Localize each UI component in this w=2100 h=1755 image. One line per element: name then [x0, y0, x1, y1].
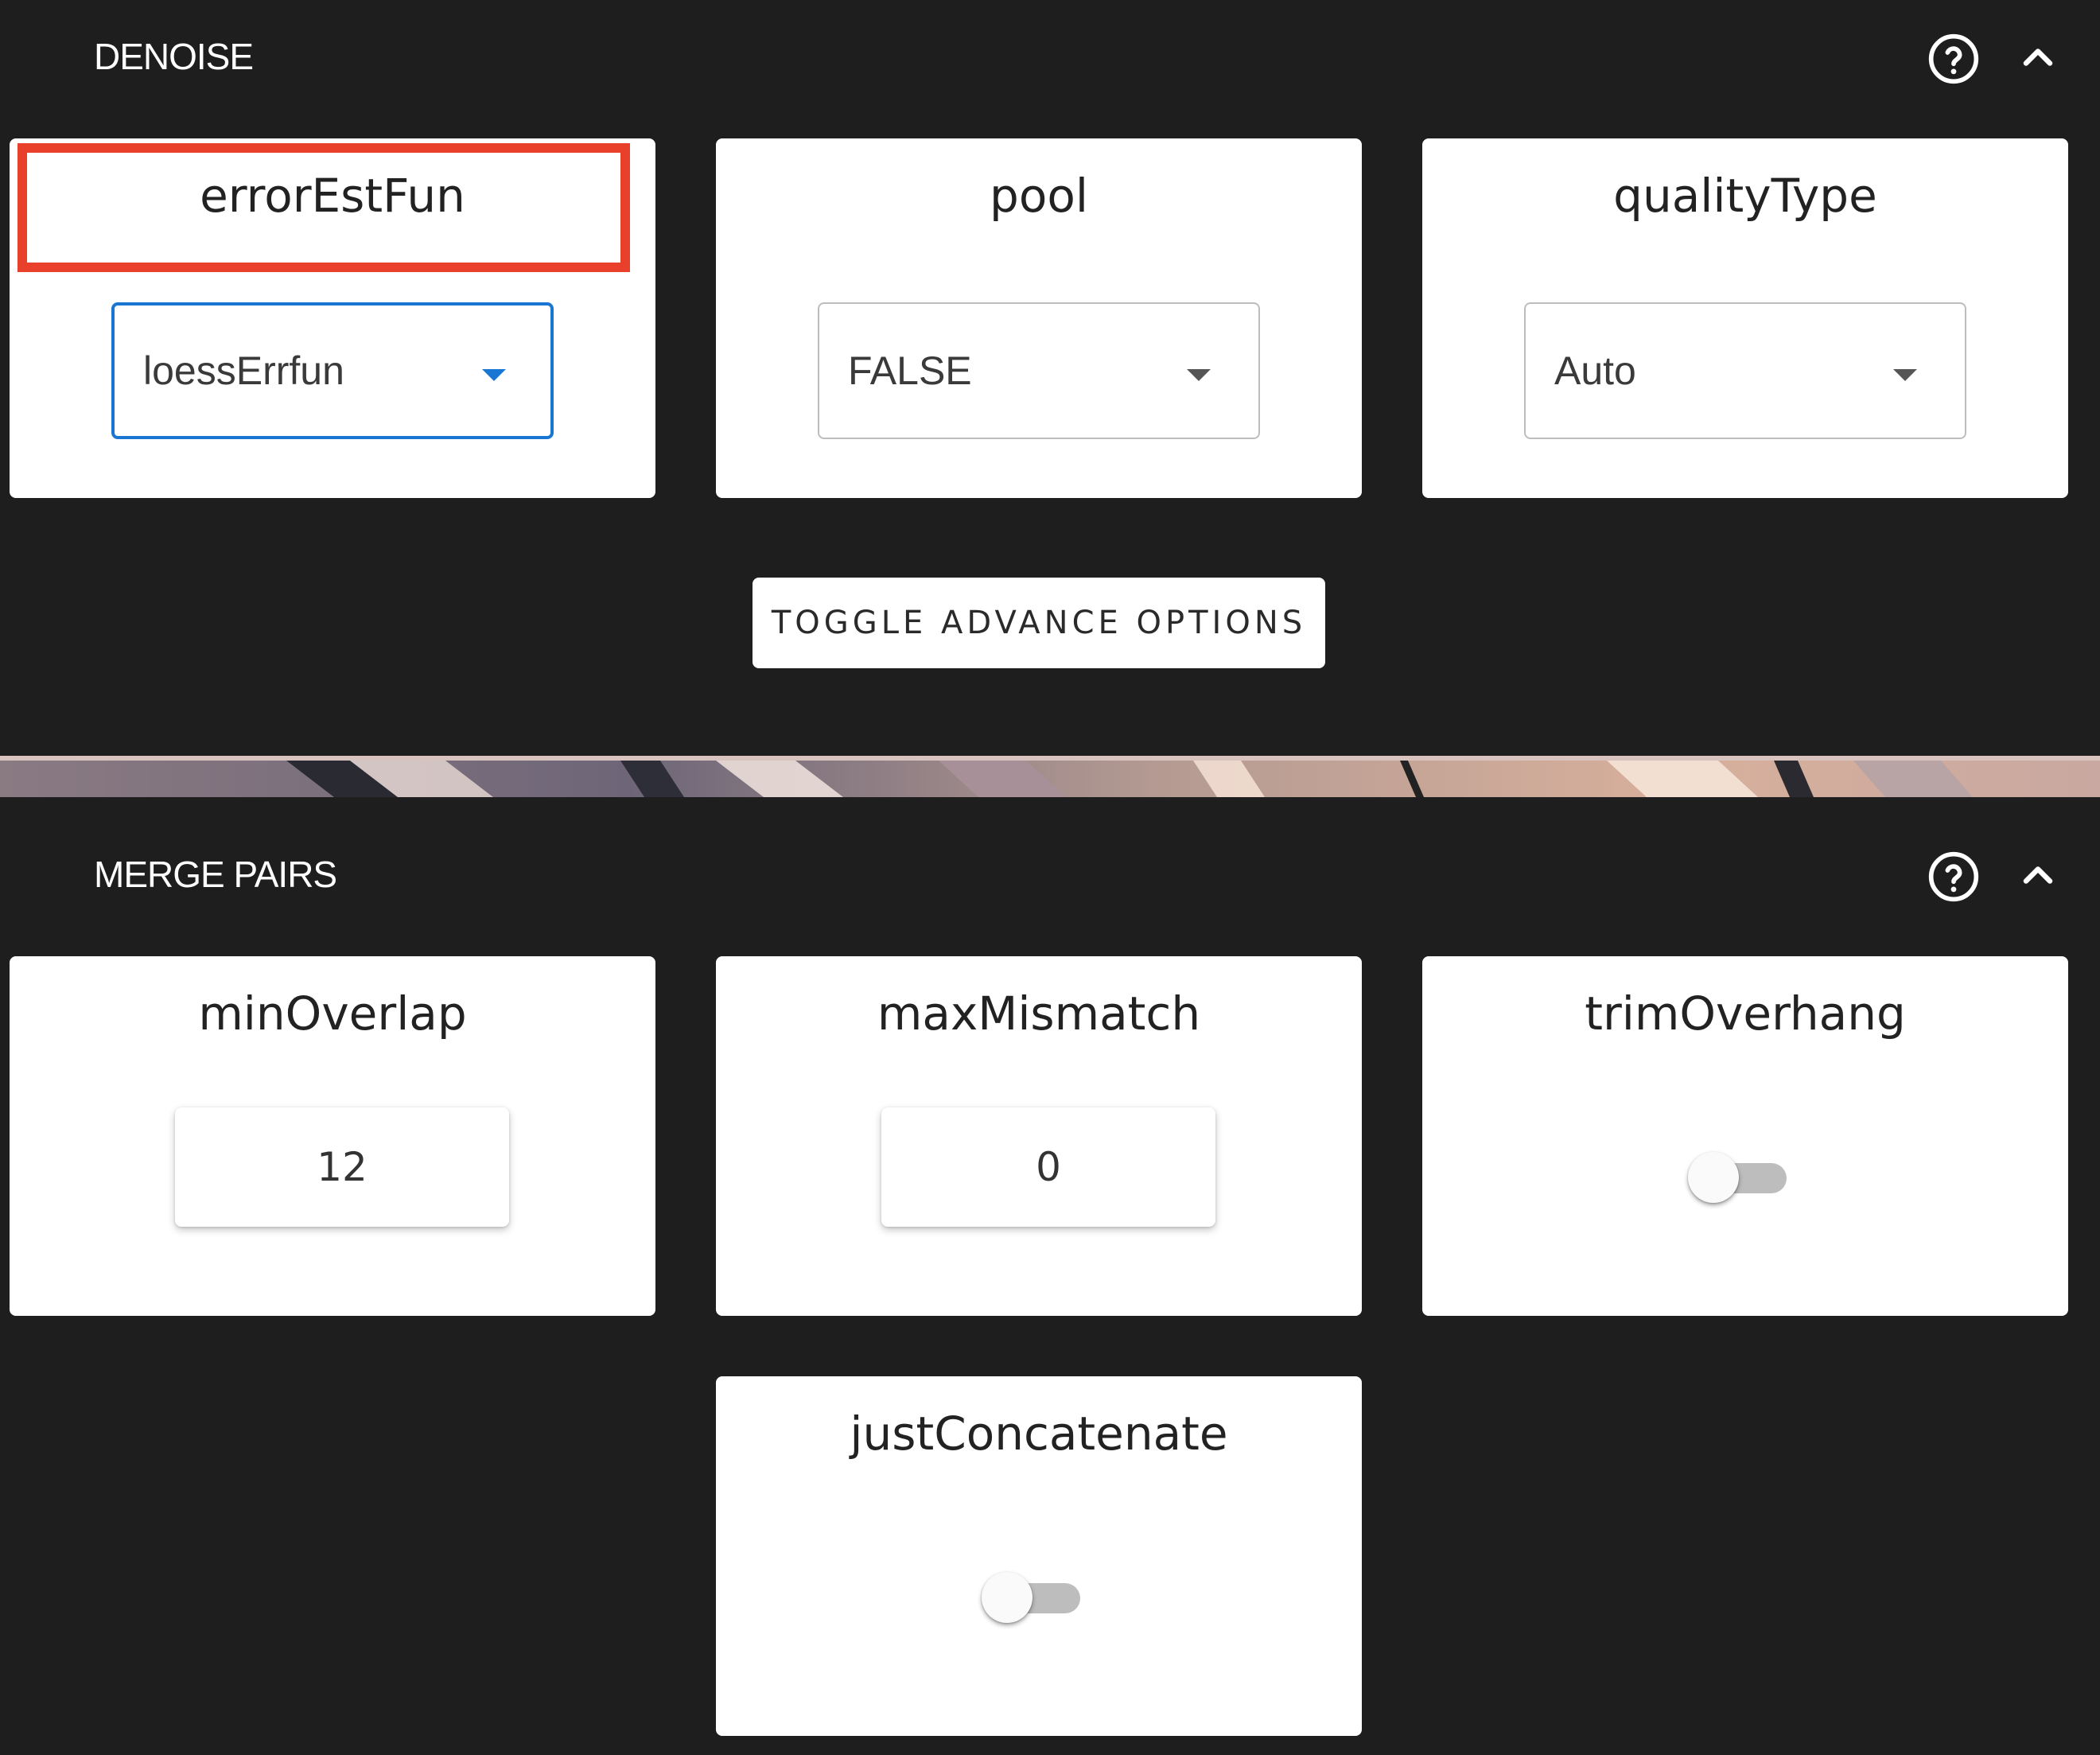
param-card-minoverlap: minOverlap 12: [10, 956, 655, 1316]
param-label: qualityType: [1613, 169, 1877, 223]
dropdown-arrow-icon[interactable]: [482, 369, 506, 381]
toggle-advance-options-button[interactable]: TOGGLE ADVANCE OPTIONS: [752, 578, 1325, 668]
switch-thumb[interactable]: [982, 1572, 1032, 1623]
param-card-qualitytype: qualityType Auto: [1422, 138, 2068, 498]
highlight-box: [18, 143, 630, 272]
merge-pairs-section-header[interactable]: MERGE PAIRS: [0, 819, 2100, 931]
maxmismatch-number-input[interactable]: 0: [881, 1107, 1215, 1227]
switch-thumb[interactable]: [1688, 1152, 1739, 1203]
param-card-justconcatenate: justConcatenate: [716, 1376, 1362, 1736]
param-label: justConcatenate: [850, 1407, 1228, 1461]
chevron-up-icon[interactable]: [2014, 851, 2062, 899]
help-circle-icon[interactable]: [1927, 850, 1981, 904]
pool-select[interactable]: FALSE: [818, 302, 1260, 439]
dropdown-arrow-icon[interactable]: [1187, 369, 1211, 381]
select-value: FALSE: [848, 348, 972, 393]
dropdown-arrow-icon[interactable]: [1893, 369, 1917, 381]
merge-pairs-section-title: MERGE PAIRS: [94, 854, 337, 895]
app-page: DENOISE errorEstFun loessErrfun pool FAL…: [0, 0, 2100, 1755]
param-label: trimOverhang: [1585, 986, 1906, 1041]
decorative-banner-image: [0, 756, 2100, 797]
help-circle-icon[interactable]: [1927, 32, 1981, 86]
param-card-pool: pool FALSE: [716, 138, 1362, 498]
justconcatenate-toggle-switch[interactable]: [982, 1566, 1085, 1629]
minoverlap-number-input[interactable]: 12: [175, 1107, 509, 1227]
chevron-up-icon[interactable]: [2014, 33, 2062, 81]
select-value: loessErrfun: [143, 348, 344, 393]
param-card-maxmismatch: maxMismatch 0: [716, 956, 1362, 1316]
trimoverhang-toggle-switch[interactable]: [1688, 1146, 1791, 1209]
denoise-section-title: DENOISE: [94, 36, 254, 77]
errorestfun-select[interactable]: loessErrfun: [111, 302, 554, 439]
denoise-section-header[interactable]: DENOISE: [0, 0, 2100, 111]
param-label: maxMismatch: [877, 986, 1201, 1041]
select-value: Auto: [1554, 348, 1636, 393]
qualitytype-select[interactable]: Auto: [1524, 302, 1966, 439]
param-card-trimoverhang: trimOverhang: [1422, 956, 2068, 1316]
param-label: pool: [990, 169, 1088, 223]
param-label: minOverlap: [198, 986, 467, 1041]
